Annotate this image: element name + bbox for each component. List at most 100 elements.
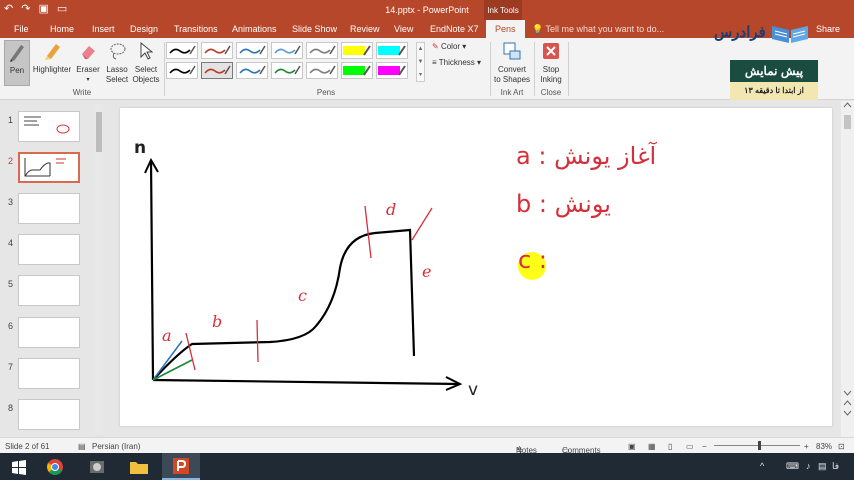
editor-scrollbar[interactable] xyxy=(841,101,854,437)
group-separator xyxy=(534,42,535,96)
x-axis-label: v xyxy=(468,380,479,400)
windows-taskbar: ^ ⌨ ♪ ▤ فا xyxy=(0,453,854,480)
pen-swatch[interactable] xyxy=(236,62,268,79)
volume-icon[interactable]: ♪ xyxy=(806,461,811,471)
pen-swatch[interactable] xyxy=(341,42,373,59)
pen-swatch[interactable] xyxy=(201,42,233,59)
pen-swatch[interactable] xyxy=(201,62,233,79)
slide-number: 5 xyxy=(8,279,14,289)
tab-endnote[interactable]: EndNote X7 xyxy=(430,24,479,34)
tab-pens[interactable]: Pens xyxy=(486,20,525,38)
folder-icon xyxy=(130,461,148,474)
slide-thumbnail-5[interactable]: 5 xyxy=(0,275,100,311)
input-language[interactable]: فا xyxy=(832,461,839,472)
tab-animations[interactable]: Animations xyxy=(232,24,277,34)
powerpoint-icon xyxy=(173,457,189,474)
tray-chevron-icon[interactable]: ^ xyxy=(760,461,764,471)
tell-me-text: Tell me what you want to do... xyxy=(545,24,665,34)
zoom-slider-thumb[interactable] xyxy=(758,441,761,450)
slide-thumbnail-1[interactable]: 1 xyxy=(0,111,100,147)
slide-thumbnail-8[interactable]: 8 xyxy=(0,399,100,435)
tab-slide-show[interactable]: Slide Show xyxy=(292,24,337,34)
slide-thumbnail-3[interactable]: 3 xyxy=(0,193,100,229)
language-indicator[interactable]: Persian (Iran) xyxy=(92,442,140,451)
slide-preview xyxy=(18,111,80,142)
start-button[interactable] xyxy=(0,453,38,480)
highlighter-button[interactable]: Highlighter xyxy=(32,40,72,75)
zoom-level[interactable]: 83% xyxy=(816,442,832,451)
pen-swatch[interactable] xyxy=(236,42,268,59)
eraser-button[interactable]: Eraser ▾ xyxy=(74,40,102,85)
pen-swatch[interactable] xyxy=(341,62,373,79)
pen-stroke-icon xyxy=(274,45,301,55)
fit-slide-icon[interactable]: ⊡ xyxy=(838,442,845,451)
taskbar-chrome[interactable] xyxy=(36,453,74,480)
pen-swatch[interactable] xyxy=(376,42,408,59)
slide-thumbnail-4[interactable]: 4 xyxy=(0,234,100,270)
network-icon[interactable]: ▤ xyxy=(818,461,827,472)
pen-swatch[interactable] xyxy=(306,42,338,59)
slide-counter: Slide 2 of 61 xyxy=(5,442,50,451)
slideshow-view-icon[interactable]: ▭ xyxy=(686,442,694,451)
pen-swatch[interactable] xyxy=(166,62,198,79)
slide-canvas[interactable]: n v a b c d e a : آغاز یونش b : یونش c : xyxy=(120,108,832,426)
slide-thumbnail-2[interactable]: 2 xyxy=(0,152,100,188)
reading-view-icon[interactable]: ▯ xyxy=(668,442,672,451)
slide-number: 2 xyxy=(8,156,14,166)
eraser-icon xyxy=(82,46,95,59)
tab-review[interactable]: Review xyxy=(350,24,380,34)
note-c: c : xyxy=(518,246,547,274)
slide-thumbnail-6[interactable]: 6 xyxy=(0,317,100,353)
scrollbar-thumb[interactable] xyxy=(96,112,102,152)
pen-stroke-icon xyxy=(204,45,231,55)
tell-me-search[interactable]: 💡 Tell me what you want to do... xyxy=(532,24,664,35)
convert-to-shapes-button[interactable]: Convert to Shapes xyxy=(492,40,532,85)
group-separator xyxy=(164,42,165,96)
thickness-dropdown[interactable]: ≡ Thickness ▾ xyxy=(432,58,481,67)
region-label-c: c xyxy=(298,286,307,305)
pen-button[interactable]: Pen xyxy=(4,40,30,86)
keyboard-icon[interactable]: ⌨ xyxy=(786,461,799,472)
pen-swatch[interactable] xyxy=(376,62,408,79)
slide-preview xyxy=(18,275,80,306)
slide-thumbnail-pane: 1 2 3 4 5 6 7 8 xyxy=(0,101,104,437)
highlighter-swatch-icon xyxy=(378,45,406,56)
normal-view-icon[interactable]: ▣ xyxy=(628,442,636,451)
taskbar-powerpoint[interactable] xyxy=(162,453,200,480)
share-button[interactable]: Share xyxy=(816,24,840,34)
pen-swatch[interactable] xyxy=(271,62,303,79)
pen-gallery-more-icon[interactable]: ▲ ▼ ▾ xyxy=(416,42,425,82)
tab-insert[interactable]: Insert xyxy=(92,24,115,34)
pen-icon xyxy=(10,45,24,62)
select-label-1: Select xyxy=(134,65,158,74)
zoom-in-icon[interactable]: + xyxy=(804,442,809,451)
color-dropdown[interactable]: ✎ Color ▾ xyxy=(432,42,466,51)
pen-swatch[interactable] xyxy=(271,42,303,59)
stop-inking-button[interactable]: Stop Inking xyxy=(536,40,566,85)
green-ink-stroke xyxy=(152,359,193,381)
tab-transitions[interactable]: Transitions xyxy=(174,24,218,34)
tab-view[interactable]: View xyxy=(394,24,413,34)
ink-tools-header: Ink Tools xyxy=(484,0,522,20)
zoom-out-icon[interactable]: − xyxy=(702,442,707,451)
thickness-icon: ≡ xyxy=(432,58,437,67)
pen-swatch[interactable] xyxy=(306,62,338,79)
tab-file[interactable]: File xyxy=(14,24,29,34)
pen-swatch[interactable] xyxy=(166,42,198,59)
slide-sorter-icon[interactable]: ▦ xyxy=(648,442,656,451)
zoom-slider[interactable] xyxy=(714,445,800,446)
taskbar-file-explorer[interactable] xyxy=(120,453,158,480)
proofing-icon[interactable]: ▤ xyxy=(78,442,86,451)
color-label: Color xyxy=(440,42,461,51)
lasso-select-button[interactable]: Lasso Select xyxy=(104,40,130,85)
ink-art-group-label: Ink Art xyxy=(500,88,524,97)
thumbnail-scrollbar[interactable] xyxy=(95,104,103,434)
select-objects-button[interactable]: Select Objects xyxy=(130,40,162,85)
tab-design[interactable]: Design xyxy=(130,24,158,34)
tab-home[interactable]: Home xyxy=(50,24,74,34)
lasso-icon xyxy=(110,43,126,60)
taskbar-app[interactable] xyxy=(78,453,116,480)
slide-number: 7 xyxy=(8,362,14,372)
slide-thumbnail-7[interactable]: 7 xyxy=(0,358,100,394)
select-label-2: Objects xyxy=(132,75,160,84)
